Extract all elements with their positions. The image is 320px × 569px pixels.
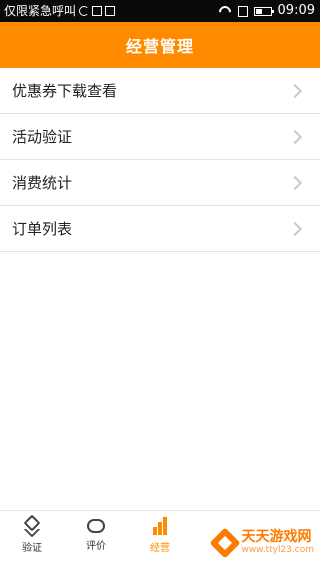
watermark-text: 天天游戏网 www.ttyl23.com bbox=[241, 529, 314, 556]
sync-icon bbox=[79, 6, 90, 16]
chevron-right-icon bbox=[287, 129, 303, 144]
app-header: 经营管理 bbox=[0, 22, 320, 68]
page-title: 经营管理 bbox=[125, 37, 194, 56]
menu-item-activity-verify[interactable]: 活动验证 bbox=[0, 114, 320, 160]
network-notice: 仅限紧急呼叫 bbox=[4, 4, 77, 18]
wifi-icon bbox=[218, 6, 232, 16]
menu-item-order-list[interactable]: 订单列表 bbox=[0, 206, 320, 252]
tab-label: 验证 bbox=[22, 543, 42, 554]
status-right: 09:09 bbox=[218, 3, 315, 19]
bottom-tab-bar: 验证 评价 经营 天天游戏网 www.ttyl23.com bbox=[0, 510, 320, 569]
status-bar: 仅限紧急呼叫 09:09 bbox=[0, 0, 320, 22]
menu-list: 优惠券下载查看 活动验证 消费统计 订单列表 bbox=[0, 68, 320, 252]
chevron-right-icon bbox=[287, 221, 303, 236]
menu-item-label: 优惠券下载查看 bbox=[12, 82, 118, 100]
watermark-title: 天天游戏网 bbox=[241, 529, 312, 545]
battery-icon bbox=[253, 6, 274, 16]
menu-item-label: 活动验证 bbox=[12, 128, 73, 146]
verify-icon bbox=[23, 514, 41, 538]
menu-item-coupon-downloads[interactable]: 优惠券下载查看 bbox=[0, 68, 320, 114]
status-time: 09:09 bbox=[277, 3, 315, 18]
tab-verify[interactable]: 验证 bbox=[0, 514, 64, 554]
menu-item-consumption-stats[interactable]: 消费统计 bbox=[0, 160, 320, 206]
tab-label: 评价 bbox=[86, 541, 106, 552]
image-icon bbox=[92, 6, 103, 16]
watermark-logo-icon bbox=[209, 526, 242, 559]
signal-icon bbox=[237, 5, 248, 17]
tab-label: 经营 bbox=[150, 543, 170, 554]
menu-item-label: 消费统计 bbox=[12, 174, 73, 192]
sim-icon bbox=[105, 6, 116, 16]
chevron-right-icon bbox=[287, 83, 303, 98]
watermark: 天天游戏网 www.ttyl23.com bbox=[209, 526, 314, 559]
menu-item-label: 订单列表 bbox=[12, 220, 73, 238]
tab-review[interactable]: 评价 bbox=[64, 516, 128, 552]
watermark-url: www.ttyl23.com bbox=[241, 545, 314, 555]
status-left: 仅限紧急呼叫 bbox=[4, 3, 116, 19]
chevron-right-icon bbox=[287, 175, 303, 190]
tab-manage[interactable]: 经营 bbox=[128, 517, 192, 554]
bar-chart-icon bbox=[151, 517, 169, 535]
chat-icon bbox=[87, 516, 105, 533]
